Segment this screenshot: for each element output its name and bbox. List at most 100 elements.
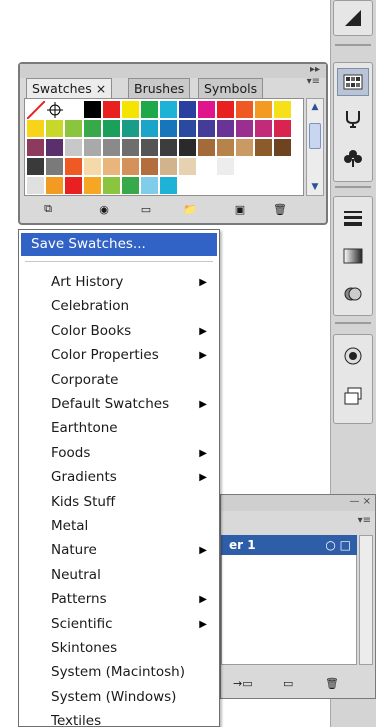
menu-item-save-swatches[interactable]: Save Swatches... [21,233,217,256]
color-swatch[interactable] [141,139,159,157]
menu-item-color-books[interactable]: Color Books ▶ [21,320,217,343]
color-swatch[interactable] [65,177,83,195]
panel-menu-icon[interactable]: ▾≡ [358,515,371,526]
swatches-panel-titlebar[interactable] [20,64,326,78]
color-swatch[interactable] [274,177,292,195]
collapse-icon[interactable]: ▸▸ [310,64,320,75]
color-swatch[interactable] [217,158,235,176]
registration-swatch[interactable] [46,101,64,119]
new-color-group-icon[interactable]: 📁 [182,202,198,216]
layer-target-icon[interactable]: ○ □ [325,535,351,555]
color-swatch[interactable] [198,139,216,157]
color-swatch[interactable] [122,120,140,138]
color-swatch[interactable] [198,101,216,119]
color-swatch[interactable] [255,177,273,195]
color-swatch[interactable] [141,158,159,176]
color-swatch[interactable] [160,158,178,176]
color-swatch[interactable] [84,158,102,176]
panel-close-icon[interactable]: — × [349,496,371,507]
graphic-styles-button[interactable] [337,342,369,370]
symbols-library-button[interactable] [337,144,369,172]
color-swatch[interactable] [27,177,45,195]
none-swatch[interactable] [26,100,46,120]
color-swatch[interactable] [274,158,292,176]
swatches-dock-button[interactable] [337,68,369,96]
color-swatch[interactable] [103,120,121,138]
layers-scrollbar[interactable] [359,535,373,665]
color-swatch[interactable] [274,120,292,138]
color-swatch[interactable] [122,139,140,157]
color-swatch[interactable] [179,101,197,119]
color-swatch[interactable] [236,139,254,157]
color-swatch[interactable] [255,101,273,119]
tab-symbols[interactable]: Symbols [198,78,264,98]
menu-item-patterns[interactable]: Patterns ▶ [21,588,217,611]
menu-item-earthtone[interactable]: Earthtone [21,417,217,440]
menu-item-default-swatches[interactable]: Default Swatches ▶ [21,393,217,416]
menu-item-textiles[interactable]: Textiles [21,710,217,727]
color-swatch[interactable] [27,158,45,176]
color-swatch[interactable] [65,139,83,157]
panel-menu-icon[interactable]: ▾≡ [307,76,320,87]
color-swatch[interactable] [65,101,83,119]
show-kinds-icon[interactable]: ◉ [96,202,112,216]
menu-item-art-history[interactable]: Art History ▶ [21,271,217,294]
color-swatch[interactable] [160,177,178,195]
menu-item-system-windows[interactable]: System (Windows) [21,686,217,709]
delete-swatch-icon[interactable]: 🗑 [272,202,288,216]
color-swatch[interactable] [217,139,235,157]
color-swatch[interactable] [27,139,45,157]
color-swatch[interactable] [198,120,216,138]
menu-item-color-properties[interactable]: Color Properties ▶ [21,344,217,367]
appearance-dock-button[interactable] [337,280,369,308]
gradient-panel-button[interactable] [337,242,369,270]
color-swatch[interactable] [255,139,273,157]
color-swatch[interactable] [84,120,102,138]
menu-item-celebration[interactable]: Celebration [21,295,217,318]
tab-swatches[interactable]: Swatches × [26,78,113,98]
menu-item-corporate[interactable]: Corporate [21,369,217,392]
menu-item-foods[interactable]: Foods ▶ [21,442,217,465]
color-swatch[interactable] [236,120,254,138]
color-swatch[interactable] [160,101,178,119]
color-swatch[interactable] [236,177,254,195]
color-swatch[interactable] [84,139,102,157]
color-swatch[interactable] [198,177,216,195]
color-swatch[interactable] [84,101,102,119]
menu-item-scientific[interactable]: Scientific ▶ [21,613,217,636]
color-swatch[interactable] [274,139,292,157]
color-swatch[interactable] [160,120,178,138]
menu-item-system-macintosh[interactable]: System (Macintosh) [21,661,217,684]
swatch-options-icon[interactable]: ▭ [138,202,154,216]
color-swatch[interactable] [179,158,197,176]
menu-item-metal[interactable]: Metal [21,515,217,538]
swatch-scrollbar[interactable]: ▲ ▼ [306,98,324,196]
menu-item-nature[interactable]: Nature ▶ [21,539,217,562]
color-swatch[interactable] [179,120,197,138]
color-swatch[interactable] [122,101,140,119]
color-swatch[interactable] [255,158,273,176]
menu-item-gradients[interactable]: Gradients ▶ [21,466,217,489]
symbols-dock-button[interactable] [337,104,369,132]
color-swatch[interactable] [141,177,159,195]
color-swatch[interactable] [236,101,254,119]
new-layer-icon[interactable]: ▭ [283,677,293,690]
color-swatch[interactable] [217,120,235,138]
color-swatch[interactable] [179,177,197,195]
new-swatch-icon[interactable]: ▣ [232,202,248,216]
color-swatch[interactable] [103,101,121,119]
color-swatch[interactable] [65,158,83,176]
color-swatch[interactable] [103,158,121,176]
layers-dock-button[interactable] [337,382,369,410]
move-to-layer-icon[interactable]: →▭ [233,677,253,690]
swatch-libraries-icon[interactable]: ⧉ [40,202,56,216]
color-swatch[interactable] [217,177,235,195]
color-swatch[interactable] [255,120,273,138]
color-swatch[interactable] [160,139,178,157]
scroll-up-icon[interactable]: ▲ [309,101,321,113]
scroll-thumb[interactable] [309,123,321,149]
color-swatch[interactable] [122,177,140,195]
color-swatch[interactable] [103,177,121,195]
stroke-dock-button[interactable] [337,204,369,232]
color-swatch[interactable] [217,101,235,119]
